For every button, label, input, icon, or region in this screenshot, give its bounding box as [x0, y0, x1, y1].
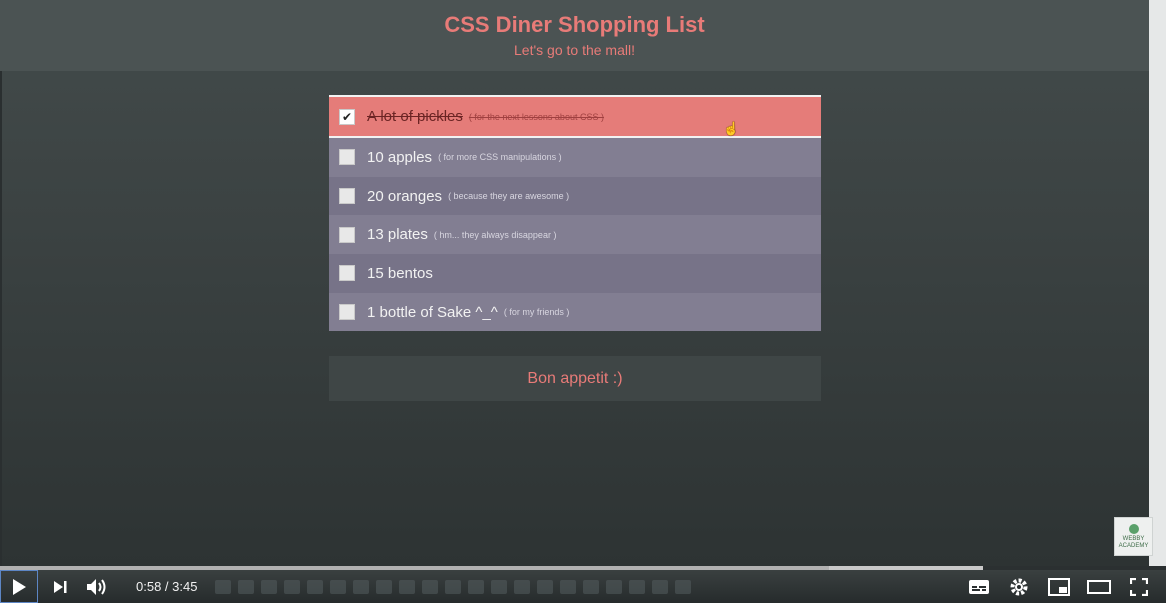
theater-icon: [1087, 579, 1111, 594]
miniplayer-button[interactable]: [1046, 574, 1072, 600]
subtitles-button[interactable]: [966, 574, 992, 600]
play-button[interactable]: [0, 570, 38, 603]
fullscreen-icon: [1130, 577, 1148, 596]
theater-button[interactable]: [1086, 574, 1112, 600]
list-item[interactable]: ✔ A lot of pickles ( for the next lesson…: [329, 97, 821, 138]
play-icon: [13, 578, 26, 595]
logo-line-2: ACADEMY: [1118, 542, 1149, 549]
item-label: 1 bottle of Sake ^_^: [367, 303, 498, 321]
bon-appetit-banner: Bon appetit :): [329, 356, 821, 401]
list-item[interactable]: 1 bottle of Sake ^_^ ( for my friends ): [329, 292, 821, 332]
page-title: CSS Diner Shopping List: [444, 12, 705, 37]
next-button[interactable]: [38, 570, 82, 603]
checkbox[interactable]: [339, 226, 355, 243]
item-note: ( for my friends ): [503, 307, 570, 318]
hand-cursor-icon: ☝: [723, 121, 740, 136]
checkbox-checked[interactable]: ✔: [339, 108, 355, 125]
logo-mark-icon: [1128, 523, 1139, 534]
next-icon: [54, 580, 67, 593]
checkbox[interactable]: [339, 149, 355, 166]
right-controls: [966, 570, 1152, 603]
item-label: 15 bentos: [367, 264, 433, 282]
item-label: 20 oranges: [367, 187, 443, 205]
academy-logo: WEBBY ACADEMY: [1114, 517, 1153, 556]
list-item[interactable]: 13 plates ( hm... they always disappear …: [329, 215, 821, 255]
taskbar-strip: [215, 579, 692, 594]
header-banner: CSS Diner Shopping List Let's go to the …: [0, 0, 1149, 71]
item-label: 10 apples: [367, 148, 433, 166]
subtitles-icon: [969, 579, 989, 594]
shopping-list: ✔ A lot of pickles ( for the next lesson…: [329, 95, 821, 332]
item-note: ( for the next lessons about CSS ): [468, 111, 604, 122]
item-label: A lot of pickles: [367, 108, 463, 125]
item-note: ( because they are awesome ): [448, 191, 570, 202]
volume-button[interactable]: [82, 570, 112, 603]
checkbox[interactable]: [339, 304, 355, 321]
checkbox[interactable]: [339, 188, 355, 205]
checkbox[interactable]: [339, 265, 355, 282]
logo-line-1: WEBBY: [1122, 535, 1145, 542]
page-edge: [1149, 0, 1166, 566]
settings-button[interactable]: [1006, 574, 1032, 600]
item-note: ( for more CSS manipulations ): [438, 152, 562, 163]
settings-icon: [1010, 578, 1028, 595]
list-item[interactable]: 20 oranges ( because they are awesome ): [329, 176, 821, 216]
time-display: 0:58 / 3:45: [136, 579, 198, 594]
miniplayer-icon: [1048, 577, 1070, 596]
page-subtitle: Let's go to the mall!: [514, 42, 635, 58]
fullscreen-button[interactable]: [1126, 574, 1152, 600]
item-note: ( hm... they always disappear ): [433, 229, 557, 240]
list-item[interactable]: 10 apples ( for more CSS manipulations ): [329, 138, 821, 177]
player-controls: 0:58 / 3:45: [0, 570, 1166, 603]
item-label: 13 plates: [367, 226, 428, 244]
list-item[interactable]: 15 bentos: [329, 254, 821, 293]
volume-icon: [87, 578, 106, 595]
